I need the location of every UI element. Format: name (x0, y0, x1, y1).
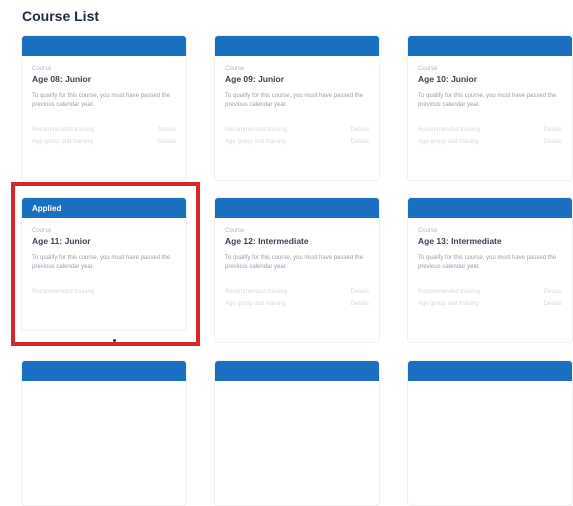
card-title: Age 10: Junior (418, 74, 478, 84)
row-value[interactable]: Details (544, 289, 562, 295)
course-card-age-12[interactable]: Course Age 12: Intermediate To qualify f… (214, 197, 380, 343)
card-detail-row: Age group and training Details (225, 139, 369, 145)
row-label: Age group and training (418, 139, 479, 146)
card-title: Age 09: Junior (225, 74, 285, 84)
cursor-indicator (113, 339, 116, 342)
card-detail-row: Recommended training Details (418, 127, 562, 133)
card-eyebrow: Course (225, 66, 245, 72)
row-value[interactable]: Details (158, 139, 176, 145)
card-eyebrow: Course (225, 228, 245, 234)
row-label: Recommended training (418, 127, 481, 134)
card-description: To qualify for this course, you must hav… (418, 93, 557, 108)
course-card-row3-3[interactable] (407, 360, 573, 506)
row-value[interactable]: Details (544, 301, 562, 307)
row-label: Age group and training (32, 139, 93, 146)
card-description: To qualify for this course, you must hav… (32, 93, 171, 108)
card-detail-row: Recommended training Details (225, 127, 369, 133)
card-detail-row: Recommended training Details (225, 289, 369, 295)
row-label: Recommended training (225, 289, 288, 296)
card-eyebrow: Course (32, 66, 52, 72)
card-detail-row: Recommended training Details (418, 289, 562, 295)
row-label: Recommended training (225, 127, 288, 134)
card-header (215, 361, 379, 381)
card-detail-row: Recommended training (32, 289, 176, 295)
card-description: To qualify for this course, you must hav… (418, 255, 557, 270)
card-header (408, 36, 572, 56)
card-title: Age 12: Intermediate (225, 236, 309, 246)
row-label: Recommended training (32, 289, 95, 296)
card-header (22, 361, 186, 381)
row-label: Recommended training (32, 127, 95, 134)
row-label: Age group and training (225, 139, 286, 146)
card-header (408, 198, 572, 218)
card-title: Age 11: Junior (32, 236, 91, 246)
card-detail-row: Recommended training Details (32, 127, 176, 133)
card-eyebrow: Course (418, 66, 438, 72)
course-card-age-09[interactable]: Course Age 09: Junior To qualify for thi… (214, 35, 380, 181)
card-title: Age 13: Intermediate (418, 236, 502, 246)
card-description: To qualify for this course, you must hav… (32, 255, 171, 270)
course-card-age-10[interactable]: Course Age 10: Junior To qualify for thi… (407, 35, 573, 181)
row-value[interactable]: Details (158, 127, 176, 133)
card-header (22, 36, 186, 56)
course-card-row3-1[interactable] (21, 360, 187, 506)
card-description: To qualify for this course, you must hav… (225, 93, 364, 108)
card-title: Age 08: Junior (32, 74, 92, 84)
course-card-age-13[interactable]: Course Age 13: Intermediate To qualify f… (407, 197, 573, 343)
page-title: Course List (22, 8, 100, 24)
course-card-age-08[interactable]: Course Age 08: Junior To qualify for thi… (21, 35, 187, 181)
card-detail-row: Age group and training Details (418, 139, 562, 145)
card-header-applied: Applied (22, 198, 186, 218)
row-label: Age group and training (225, 301, 286, 308)
card-header (408, 361, 572, 381)
card-detail-row: Age group and training Details (225, 301, 369, 307)
course-card-row3-2[interactable] (214, 360, 380, 506)
card-description: To qualify for this course, you must hav… (225, 255, 364, 270)
row-value[interactable]: Details (351, 301, 369, 307)
card-eyebrow: Course (418, 228, 438, 234)
row-value[interactable]: Details (351, 139, 369, 145)
card-header (215, 198, 379, 218)
card-detail-row: Age group and training Details (32, 139, 176, 145)
row-value[interactable]: Details (544, 127, 562, 133)
card-header (215, 36, 379, 56)
row-value[interactable]: Details (351, 127, 369, 133)
card-eyebrow: Course (32, 228, 52, 234)
row-label: Age group and training (418, 301, 479, 308)
row-label: Recommended training (418, 289, 481, 296)
row-value[interactable]: Details (544, 139, 562, 145)
card-detail-row: Age group and training Details (418, 301, 562, 307)
row-value[interactable]: Details (351, 289, 369, 295)
course-card-age-11[interactable]: Applied Course Age 11: Junior To qualify… (21, 197, 187, 331)
